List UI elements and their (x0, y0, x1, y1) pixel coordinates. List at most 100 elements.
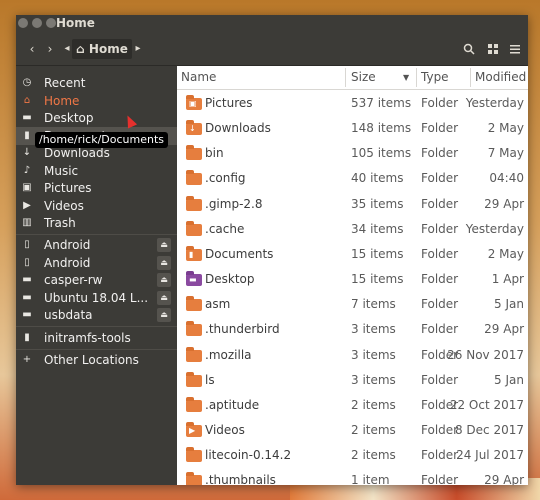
sidebar-device-android-2[interactable]: ▯ Android ⏏ (16, 254, 177, 272)
table-row[interactable]: ↓ Downloads 148 items Folder 2 May (177, 116, 528, 141)
sidebar-device-android-1[interactable]: ▯ Android ⏏ (16, 236, 177, 254)
sidebar-device-ubuntu[interactable]: ▬ Ubuntu 18.04 L... ⏏ (16, 289, 177, 307)
eject-icon[interactable]: ⏏ (157, 291, 171, 305)
file-size: 148 items (351, 121, 412, 136)
table-row[interactable]: ls 3 items Folder 5 Jan (177, 368, 528, 393)
drive-icon: ▬ (22, 292, 32, 303)
trash-icon: ▥ (22, 217, 32, 228)
file-size: 105 items (351, 146, 412, 161)
table-row[interactable]: .mozilla 3 items Folder 26 Nov 2017 (177, 343, 528, 368)
table-row[interactable]: .config 40 items Folder 04:40 (177, 166, 528, 191)
table-row[interactable]: asm 7 items Folder 5 Jan (177, 292, 528, 317)
maximize-window-button[interactable] (46, 18, 56, 28)
eject-icon[interactable]: ⏏ (157, 308, 171, 322)
sidebar-item-label: Desktop (44, 111, 94, 125)
folder-emblem-icon: ▬ (189, 275, 197, 285)
file-size: 2 items (351, 397, 396, 412)
table-row[interactable]: .thunderbird 3 items Folder 29 Apr (177, 317, 528, 342)
file-name: Desktop (205, 272, 255, 287)
folder-icon: ▮ (24, 332, 30, 343)
view-toggle-button[interactable] (483, 39, 503, 59)
file-modified: 29 Apr (484, 196, 524, 211)
path-home-button[interactable]: ⌂ Home (72, 39, 132, 59)
sidebar-item-desktop[interactable]: ▬ Desktop (16, 109, 177, 127)
table-row[interactable]: .aptitude 2 items Folder 22 Oct 2017 (177, 393, 528, 418)
folder-icon: ▮ (186, 245, 202, 261)
file-name: bin (205, 146, 224, 161)
eject-icon[interactable]: ⏏ (157, 238, 171, 252)
path-scroll-right-button[interactable]: ▸ (132, 39, 144, 59)
phone-icon: ▯ (24, 257, 30, 268)
file-modified: 22 Oct 2017 (449, 397, 524, 412)
sidebar-item-pictures[interactable]: ▣ Pictures (16, 179, 177, 197)
path-tooltip: /home/rick/Documents (35, 132, 169, 148)
file-modified: 1 Apr (491, 272, 524, 287)
folder-icon: ▶ (186, 421, 202, 437)
table-row[interactable]: bin 105 items Folder 7 May (177, 141, 528, 166)
column-header-type[interactable]: Type (421, 66, 449, 89)
folder-icon (186, 145, 202, 161)
file-name: .aptitude (205, 397, 260, 412)
folder-emblem-icon: ▶ (189, 425, 196, 435)
sidebar-item-trash[interactable]: ▥ Trash (16, 214, 177, 232)
table-row[interactable]: .cache 34 items Folder Yesterday (177, 217, 528, 242)
column-header-size[interactable]: Size (351, 66, 376, 89)
sidebar-item-music[interactable]: ♪ Music (16, 162, 177, 180)
table-row[interactable]: ▬ Desktop 15 items Folder 1 Apr (177, 267, 528, 292)
column-header-name[interactable]: Name (181, 66, 216, 89)
search-button[interactable] (459, 39, 479, 59)
folder-icon (186, 396, 202, 412)
table-row[interactable]: ▶ Videos 2 items Folder 8 Dec 2017 (177, 418, 528, 443)
sidebar-other-locations[interactable]: + Other Locations (16, 351, 177, 369)
sidebar-item-label: Recent (44, 76, 86, 90)
file-size: 3 items (351, 322, 396, 337)
column-header-row: Name Size ▼ Type Modified (177, 66, 528, 90)
table-row[interactable]: litecoin-0.14.2 2 items Folder 24 Jul 2017 (177, 443, 528, 468)
file-type: Folder (421, 196, 459, 211)
sidebar-item-videos[interactable]: ▶ Videos (16, 197, 177, 215)
sidebar-separator (16, 234, 177, 235)
path-scroll-left-button[interactable]: ◂ (62, 39, 72, 59)
file-name: Documents (205, 246, 274, 261)
grid-icon (488, 44, 498, 54)
table-row[interactable]: ▣ Pictures 537 items Folder Yesterday (177, 91, 528, 116)
sidebar-device-casper-rw[interactable]: ▬ casper-rw ⏏ (16, 271, 177, 289)
toolbar: ‹ › ◂ ⌂ Home ▸ (16, 33, 528, 66)
sidebar-item-recent[interactable]: ◷ Recent (16, 74, 177, 92)
folder-icon (186, 371, 202, 387)
file-name: .gimp-2.8 (205, 196, 263, 211)
eject-icon[interactable]: ⏏ (157, 273, 171, 287)
sidebar-item-label: Android (44, 256, 91, 270)
file-modified: 2 May (487, 246, 524, 261)
menu-button[interactable] (505, 39, 525, 59)
menu-icon (510, 45, 520, 54)
folder-icon: ▣ (186, 95, 202, 110)
column-divider (416, 68, 417, 87)
sidebar: ◷ Recent ⌂ Home ▬ Desktop ▮ Documents ↓ … (16, 66, 177, 485)
table-row[interactable]: .thumbnails 1 item Folder 29 Apr (177, 468, 528, 485)
sidebar-item-label: Other Locations (44, 353, 139, 367)
file-type: Folder (421, 448, 459, 463)
close-window-button[interactable] (18, 18, 28, 28)
plus-icon: + (22, 354, 32, 365)
sidebar-item-home[interactable]: ⌂ Home (16, 92, 177, 110)
minimize-window-button[interactable] (32, 18, 42, 28)
table-row[interactable]: ▮ Documents 15 items Folder 2 May (177, 242, 528, 267)
column-header-modified[interactable]: Modified (475, 66, 526, 89)
drive-icon: ▬ (22, 274, 32, 285)
column-divider (470, 68, 471, 87)
camera-icon: ▣ (22, 182, 32, 193)
folder-icon (186, 321, 202, 337)
sidebar-bookmark-initramfs-tools[interactable]: ▮ initramfs-tools (16, 329, 177, 347)
sidebar-device-usbdata[interactable]: ▬ usbdata ⏏ (16, 306, 177, 324)
folder-icon (186, 195, 202, 211)
file-manager-window: Home ‹ › ◂ ⌂ Home ▸ ◷ Recent ⌂ Home ▬ De… (16, 15, 528, 485)
file-size: 40 items (351, 171, 404, 186)
eject-icon[interactable]: ⏏ (157, 256, 171, 270)
desktop-icon: ▬ (22, 112, 32, 123)
forward-button[interactable]: › (42, 39, 58, 59)
file-size: 537 items (351, 96, 412, 110)
table-row[interactable]: .gimp-2.8 35 items Folder 29 Apr (177, 192, 528, 217)
folder-icon (186, 296, 202, 312)
back-button[interactable]: ‹ (24, 39, 40, 59)
